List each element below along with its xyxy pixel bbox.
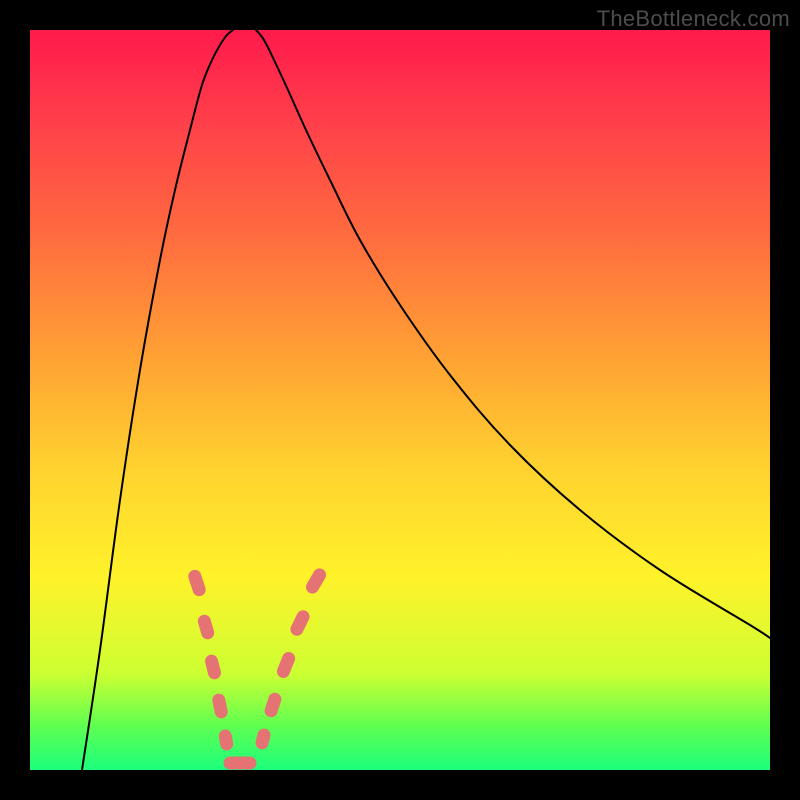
curve-marker-9 (289, 609, 311, 638)
curve-marker-10 (304, 567, 327, 596)
chart-svg (30, 30, 770, 770)
curve-marker-7 (264, 692, 283, 719)
watermark-text: TheBottleneck.com (597, 6, 790, 32)
curve-marker-2 (204, 654, 221, 680)
marker-group (187, 567, 327, 769)
curve-marker-8 (276, 651, 297, 680)
curve-marker-0 (187, 569, 206, 597)
curve-marker-4 (218, 729, 233, 751)
curve-right-branch (256, 30, 770, 638)
plot-area (30, 30, 770, 770)
curve-marker-1 (197, 614, 215, 640)
chart-frame: TheBottleneck.com (0, 0, 800, 800)
curve-group (82, 30, 770, 770)
curve-marker-3 (212, 693, 229, 719)
curve-marker-6 (255, 728, 271, 750)
curve-marker-5 (224, 757, 256, 769)
